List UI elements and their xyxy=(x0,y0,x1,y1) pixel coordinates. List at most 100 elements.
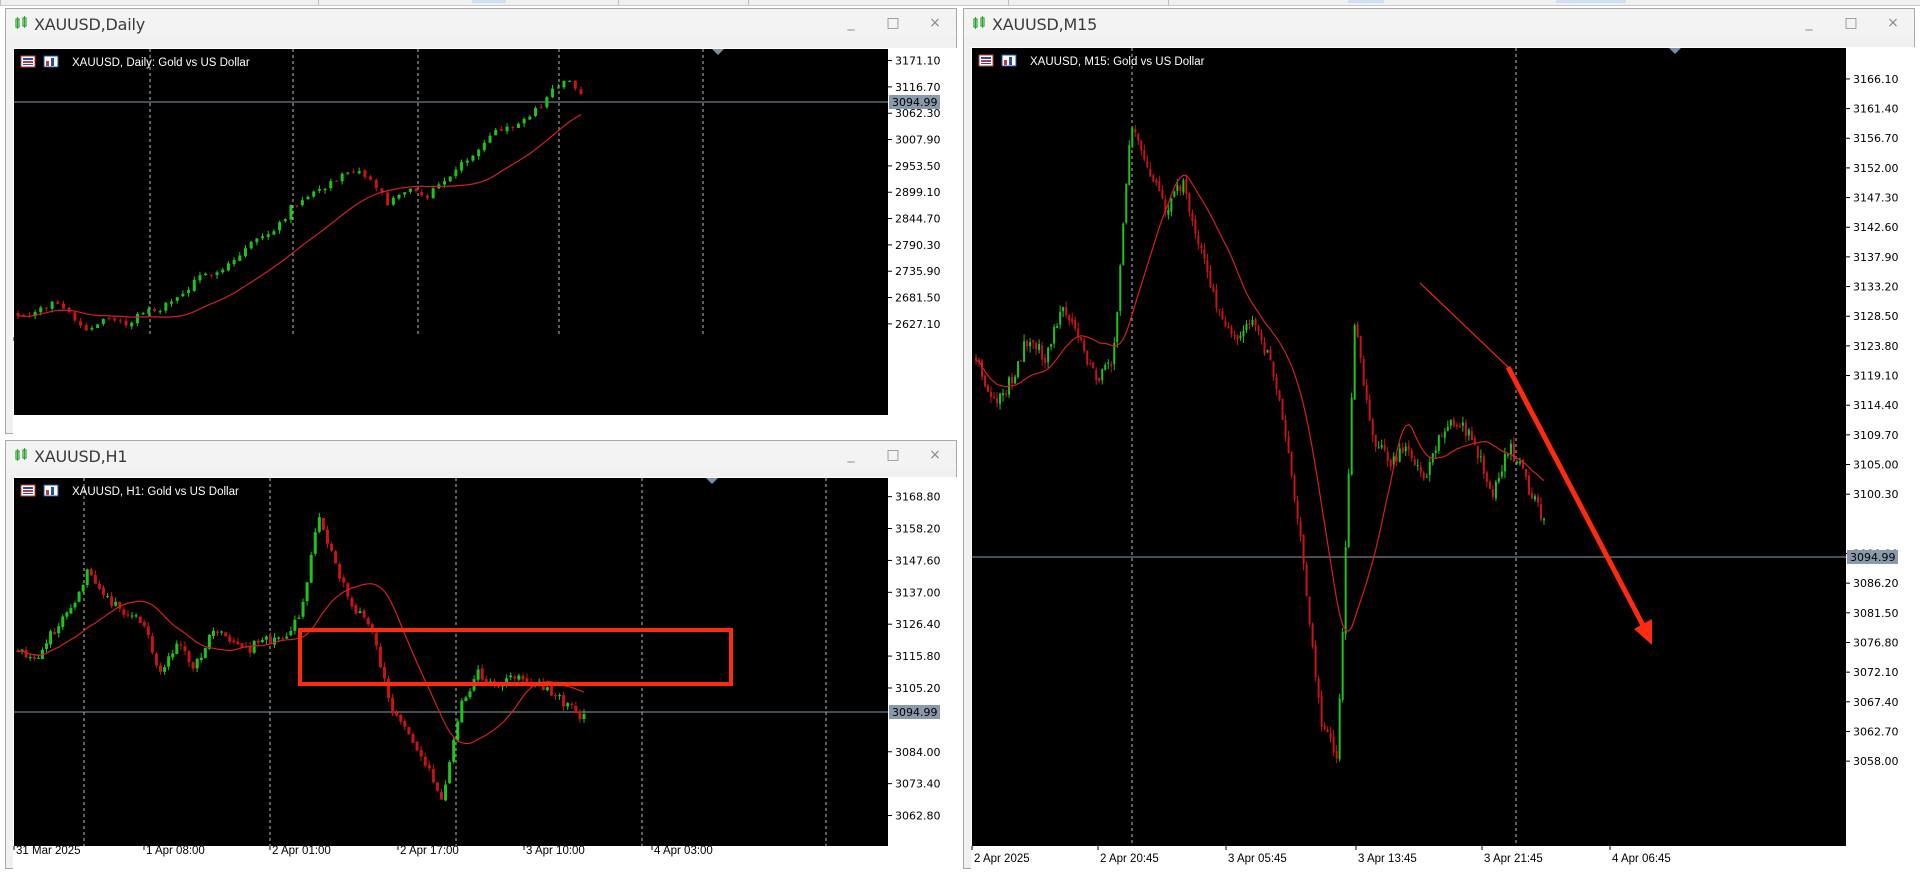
candle-body xyxy=(220,631,224,633)
candle-body xyxy=(285,636,289,639)
current-price-tag: 3094.99 xyxy=(892,96,938,109)
candle-body xyxy=(1311,624,1314,647)
h1-chart[interactable]: XAUUSD, H1: Gold vs US Dollar 3168.80 315… xyxy=(6,441,958,870)
candle-body xyxy=(1173,191,1176,197)
candle-body xyxy=(1419,466,1422,473)
candle-body xyxy=(317,189,321,191)
candle-body xyxy=(1470,430,1473,441)
candle-body xyxy=(1167,209,1170,215)
candle-body xyxy=(232,260,236,265)
candle-body xyxy=(521,675,525,680)
candle-body xyxy=(152,309,156,311)
candle-body xyxy=(207,634,211,649)
candle-body xyxy=(573,80,577,89)
candle-body xyxy=(1443,431,1446,438)
candle-body xyxy=(79,321,83,326)
y-tick-label: 3171.10 xyxy=(895,55,941,68)
candle-body xyxy=(1497,477,1500,482)
candle-body xyxy=(32,657,36,659)
candle-body xyxy=(1098,378,1101,382)
candle-body xyxy=(1332,736,1335,753)
chart-window-daily[interactable]: XAUUSD,Daily _ □ × XAUUSD, Daily: Gold v… xyxy=(5,8,958,435)
candle-body xyxy=(1362,359,1365,386)
candle-body xyxy=(44,307,48,309)
y-tick-label: 3123.80 xyxy=(1853,340,1899,353)
candle-body xyxy=(346,172,350,174)
candle-body xyxy=(1197,235,1200,245)
m15-chart[interactable]: XAUUSD, M15: Gold vs US Dollar 3166.10 31… xyxy=(964,9,1916,870)
candle-body xyxy=(93,574,97,584)
candle-body xyxy=(1509,443,1512,455)
candle-body xyxy=(1452,419,1455,426)
candle-body xyxy=(1290,451,1293,476)
candle-body xyxy=(107,318,111,320)
candle-body xyxy=(334,180,338,182)
candle-body xyxy=(1122,223,1125,265)
candle-body xyxy=(1143,150,1146,160)
candle-body xyxy=(1059,312,1062,325)
candle-body xyxy=(243,248,247,257)
candle-body xyxy=(198,275,202,281)
chart-window-m15[interactable]: XAUUSD,M15 _ □ × XAUUSD, M15: Gold vs US… xyxy=(963,8,1916,870)
candle-body xyxy=(1032,340,1035,343)
candle-body xyxy=(101,318,105,324)
candle-body xyxy=(1074,320,1077,329)
candle-body xyxy=(170,301,174,304)
candle-body xyxy=(45,643,49,649)
candle-body xyxy=(403,192,407,195)
candle-body xyxy=(187,651,191,663)
candle-body xyxy=(1233,334,1236,337)
candle-body xyxy=(369,176,373,180)
y-tick-label: 3115.80 xyxy=(895,650,941,663)
candle-body xyxy=(1527,475,1530,495)
candle-body xyxy=(1083,340,1086,352)
candle-body xyxy=(549,685,553,696)
candle-body xyxy=(1230,327,1233,335)
x-tick-label: 3 Apr 13:45 xyxy=(1358,853,1417,865)
candle-body xyxy=(175,643,179,654)
candle-body xyxy=(407,727,411,735)
candle-body xyxy=(1158,181,1161,192)
candle-body xyxy=(1038,344,1041,350)
candle-body xyxy=(1536,496,1539,503)
candle-body xyxy=(1543,518,1545,521)
candle-body xyxy=(1455,424,1458,427)
candle-body xyxy=(1374,434,1377,447)
y-tick-label: 3128.50 xyxy=(1853,310,1899,323)
candle-body xyxy=(516,123,520,128)
candle-body xyxy=(226,263,230,271)
candle-body xyxy=(1413,459,1416,465)
candle-body xyxy=(558,695,562,697)
candle-body xyxy=(306,196,310,200)
candle-body xyxy=(1416,465,1419,467)
y-tick-label: 3067.40 xyxy=(1853,696,1899,709)
candle-body xyxy=(1482,456,1485,474)
candle-body xyxy=(1017,361,1020,377)
candle-body xyxy=(482,142,486,151)
y-tick-label: 3119.10 xyxy=(1853,370,1899,383)
x-tick-label: 17 Jan 2025 xyxy=(295,342,358,354)
candle-body xyxy=(96,324,100,329)
candle-body xyxy=(81,585,85,592)
candle-body xyxy=(134,615,138,617)
daily-chart[interactable]: XAUUSD, Daily: Gold vs US Dollar 3171.10… xyxy=(6,9,958,435)
x-tick-label: 3 Apr 21:45 xyxy=(1484,853,1543,865)
candle-body xyxy=(216,631,220,633)
top-toolbar-strip xyxy=(0,0,1920,6)
candle-body xyxy=(1284,419,1287,438)
candle-body xyxy=(448,176,452,182)
candle-body xyxy=(164,302,168,311)
candle-body xyxy=(1476,446,1479,459)
chart-window-h1[interactable]: XAUUSD,H1 _ □ × XAUUSD, H1: Gold vs US D… xyxy=(5,440,958,870)
candle-body xyxy=(1089,363,1092,365)
candle-body xyxy=(159,665,163,672)
candle-body xyxy=(1275,377,1278,389)
candle-body xyxy=(277,637,281,639)
candle-body xyxy=(1152,174,1155,182)
candle-body xyxy=(399,714,403,722)
candle-body xyxy=(1125,183,1128,223)
candle-body xyxy=(90,327,94,330)
candle-body xyxy=(1248,323,1251,325)
candle-body xyxy=(289,630,293,636)
candle-body xyxy=(545,97,549,108)
